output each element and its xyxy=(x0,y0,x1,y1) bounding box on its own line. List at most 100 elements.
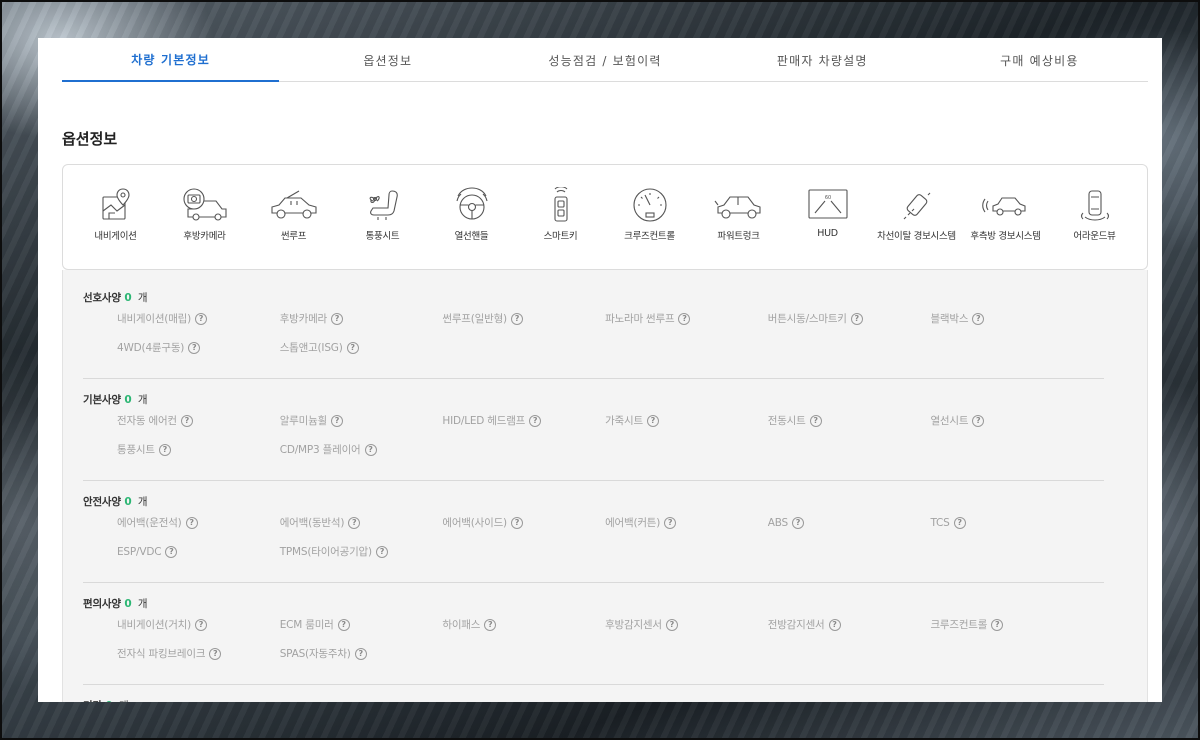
featured-option-label: 내비게이션 xyxy=(94,231,137,242)
option-label: HID/LED 헤드램프 xyxy=(442,415,526,427)
featured-option[interactable]: 내비게이션 xyxy=(71,187,160,269)
featured-option[interactable]: 파워트렁크 xyxy=(694,187,783,269)
ventilated-seat-icon xyxy=(369,190,398,220)
option-items: 에어백(운전석)? 에어백(동반석)? 에어백(사이드)? 에어백(커튼)? A… xyxy=(117,515,1104,559)
group-heading: 선호사양 0 개 xyxy=(83,290,1104,305)
help-icon[interactable]: ? xyxy=(331,414,343,427)
help-icon[interactable]: ? xyxy=(354,647,367,660)
group-heading: 편의사양 0 개 xyxy=(83,596,1104,611)
help-icon[interactable]: ? xyxy=(195,312,208,325)
option-label: 전자동 에어컨 xyxy=(117,415,177,427)
help-icon[interactable]: ? xyxy=(972,312,985,325)
option-item: 내비게이션(매립)? xyxy=(117,311,280,326)
featured-option[interactable]: 열선핸들 xyxy=(427,187,516,269)
group-heading: 안전사양 0 개 xyxy=(83,494,1104,509)
help-icon[interactable]: ? xyxy=(209,647,222,660)
featured-option[interactable]: 차선이탈 경보시스템 xyxy=(872,187,961,269)
option-label: 에어백(운전석) xyxy=(117,517,182,529)
help-icon[interactable]: ? xyxy=(665,618,678,631)
help-icon[interactable]: ? xyxy=(850,312,863,325)
group-heading: 기본사양 0 개 xyxy=(83,392,1104,407)
tab-options[interactable]: 옵션정보 xyxy=(279,38,496,82)
option-group: 선호사양 0 개 내비게이션(매립)? 후방카메라? 썬루프(일반형)? 파노라… xyxy=(83,290,1104,355)
tab-bar: 차량 기본정보 옵션정보 성능점검 / 보험이력 판매자 차량설명 구매 예상비… xyxy=(62,38,1148,82)
help-icon[interactable]: ? xyxy=(991,618,1004,631)
help-icon[interactable]: ? xyxy=(180,414,193,427)
option-item: 알루미늄휠? xyxy=(280,413,443,428)
featured-option-label: 스마트키 xyxy=(543,231,578,242)
option-label: 블랙박스 xyxy=(930,313,969,325)
help-icon[interactable]: ? xyxy=(510,516,523,529)
featured-option[interactable]: 크루즈컨트롤 xyxy=(605,187,694,269)
featured-option[interactable]: 스마트키 xyxy=(516,187,605,269)
featured-option[interactable]: 썬루프 xyxy=(249,187,338,269)
option-item: 에어백(커튼)? xyxy=(605,515,768,530)
group-divider xyxy=(83,378,1104,379)
help-icon[interactable]: ? xyxy=(792,516,805,529)
help-icon[interactable]: ? xyxy=(972,414,985,427)
option-label: 내비게이션(거치) xyxy=(117,619,192,631)
tab-basic-info[interactable]: 차량 기본정보 xyxy=(62,38,280,82)
help-icon[interactable]: ? xyxy=(809,414,822,427)
group-count: 0 xyxy=(124,598,132,610)
option-group: 편의사양 0 개 내비게이션(거치)? ECM 룸미러? 하이패스? 후방감지센… xyxy=(83,596,1104,661)
help-icon[interactable]: ? xyxy=(364,443,377,456)
option-items: 내비게이션(거치)? ECM 룸미러? 하이패스? 후방감지센서? 전방감지센서… xyxy=(117,617,1104,661)
svg-text:60: 60 xyxy=(824,195,830,201)
option-label: 내비게이션(매립) xyxy=(117,313,192,325)
help-icon[interactable]: ? xyxy=(188,341,201,354)
featured-option[interactable]: 후측방 경보시스템 xyxy=(961,187,1050,269)
option-label: 전방감지센서 xyxy=(767,619,825,631)
option-label: 후방감지센서 xyxy=(605,619,662,631)
tab-inspection-insurance[interactable]: 성능점검 / 보험이력 xyxy=(496,38,713,82)
help-icon[interactable]: ? xyxy=(185,516,198,529)
option-item: 전자식 파킹브레이크? xyxy=(117,646,280,661)
rear-camera-icon xyxy=(182,188,227,221)
option-label: 파노라마 썬루프 xyxy=(605,313,675,325)
help-icon[interactable]: ? xyxy=(165,545,178,558)
help-icon[interactable]: ? xyxy=(375,545,388,558)
option-label: ABS xyxy=(767,516,789,529)
featured-option[interactable]: 후방카메라 xyxy=(160,187,249,269)
help-icon[interactable]: ? xyxy=(337,618,350,631)
help-icon[interactable]: ? xyxy=(195,618,208,631)
featured-option[interactable]: 60 HUD xyxy=(783,187,872,269)
option-item: 전자동 에어컨? xyxy=(117,413,280,428)
group-count: 0 xyxy=(124,394,132,406)
tab-expected-cost[interactable]: 구매 예상비용 xyxy=(931,38,1148,82)
group-name: 기타 xyxy=(83,700,102,702)
help-icon[interactable]: ? xyxy=(664,516,677,529)
help-icon[interactable]: ? xyxy=(331,312,343,325)
group-count: 0 xyxy=(105,700,112,702)
featured-option[interactable]: 어라운드뷰 xyxy=(1050,187,1139,269)
featured-option[interactable]: 통풍시트 xyxy=(338,187,427,269)
featured-option-label: 통풍시트 xyxy=(365,231,400,242)
option-item: ESP/VDC? xyxy=(117,544,280,559)
option-item: 에어백(사이드)? xyxy=(442,515,605,530)
option-item: 전방감지센서? xyxy=(768,617,931,632)
group-count: 0 xyxy=(124,292,132,304)
smart-key-icon xyxy=(553,187,568,222)
option-item: ECM 룸미러? xyxy=(280,617,443,632)
option-item: 후방카메라? xyxy=(280,311,443,326)
help-icon[interactable]: ? xyxy=(646,414,659,427)
help-icon[interactable]: ? xyxy=(529,414,542,427)
help-icon[interactable]: ? xyxy=(348,516,361,529)
option-label: 에어백(커튼) xyxy=(605,517,661,529)
help-icon[interactable]: ? xyxy=(953,516,966,529)
featured-option-label: 후측방 경보시스템 xyxy=(970,231,1041,242)
help-icon[interactable]: ? xyxy=(158,443,171,456)
option-item: ABS? xyxy=(768,515,931,530)
help-icon[interactable]: ? xyxy=(346,341,359,354)
option-item: 버튼시동/스마트키? xyxy=(768,311,931,326)
option-label: SPAS(자동주차) xyxy=(279,648,351,660)
option-label: 가죽시트 xyxy=(605,415,643,427)
option-item: 통풍시트? xyxy=(117,442,280,457)
help-icon[interactable]: ? xyxy=(510,312,523,325)
option-label: 전자식 파킹브레이크 xyxy=(117,648,206,660)
help-icon[interactable]: ? xyxy=(828,618,841,631)
option-item: 전동시트? xyxy=(768,413,931,428)
help-icon[interactable]: ? xyxy=(484,618,497,631)
tab-seller-description[interactable]: 판매자 차량설명 xyxy=(714,38,931,82)
help-icon[interactable]: ? xyxy=(678,312,691,325)
